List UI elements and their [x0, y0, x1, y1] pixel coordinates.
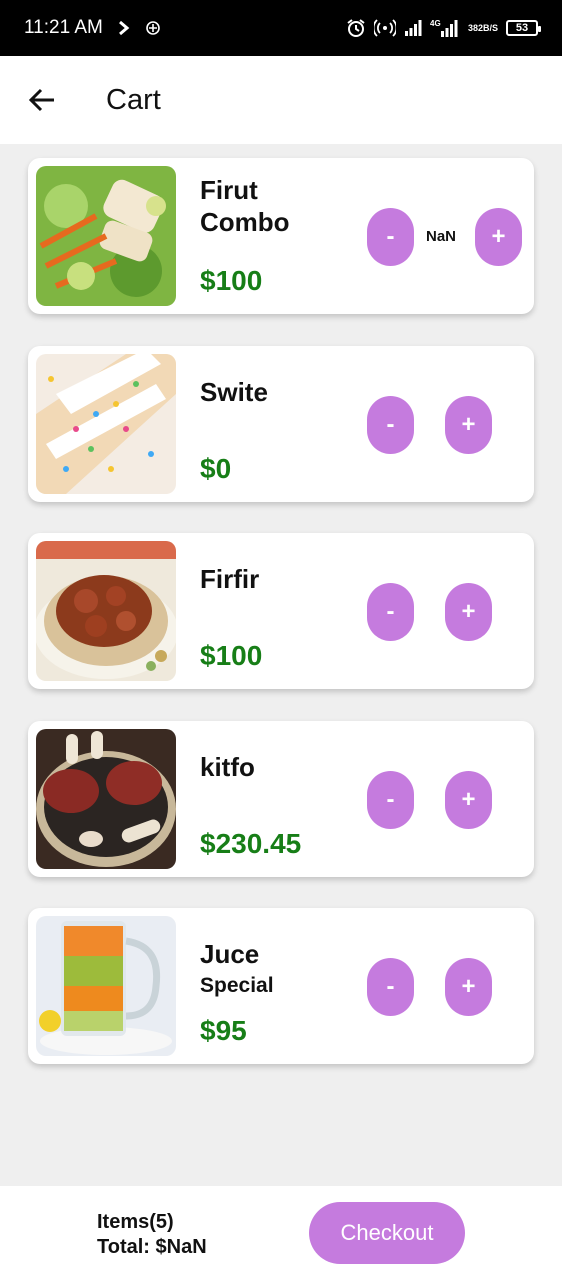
signal-icon — [404, 19, 422, 37]
item-price: $95 — [200, 1015, 247, 1046]
food-image-firfir — [36, 541, 176, 681]
svg-text:4G: 4G — [430, 19, 441, 28]
quantity-value: NaN — [426, 228, 457, 245]
cart-footer: Items(5) Total: $NaN Checkout — [0, 1186, 562, 1280]
app-bar: Cart — [0, 56, 562, 144]
status-bar: 11:21 AM 4G 382 B/S 53 — [0, 0, 562, 56]
item-name: Juce — [200, 939, 260, 969]
alarm-icon — [346, 18, 366, 38]
decrease-quantity-button[interactable]: - — [367, 770, 414, 829]
item-price: $100 — [200, 265, 263, 296]
item-name: kitfo — [200, 751, 255, 782]
item-subtitle: Special — [200, 974, 274, 997]
cart-item: Firut Combo $100 - NaN + — [28, 158, 534, 314]
page-title: Cart — [106, 83, 161, 116]
items-count: Items(5) — [97, 1211, 174, 1233]
cart-item: Swite $0 - + — [28, 345, 534, 502]
food-image-salad — [36, 166, 176, 306]
cart-item: Firfir $100 - + — [28, 533, 534, 689]
cart-item: kitfo $230.45 - + — [28, 720, 534, 877]
item-price: $230.45 — [200, 827, 302, 859]
4g-signal-icon: 4G — [430, 18, 460, 38]
status-time: 11:21 AM — [24, 17, 103, 38]
item-price: $100 — [200, 640, 263, 671]
increase-quantity-button[interactable]: + — [475, 208, 522, 266]
increase-quantity-button[interactable]: + — [445, 395, 492, 454]
location-target-icon — [145, 20, 161, 36]
decrease-quantity-button[interactable]: - — [367, 208, 414, 266]
increase-quantity-button[interactable]: + — [445, 770, 492, 829]
item-name: Firut Combo — [200, 175, 290, 237]
food-image-juice — [36, 916, 176, 1056]
decrease-quantity-button[interactable]: - — [367, 395, 414, 454]
cart-summary: Items(5) Total: $NaN — [97, 1210, 207, 1260]
decrease-quantity-button[interactable]: - — [367, 583, 414, 641]
item-name: Firfir — [200, 564, 260, 594]
chevron-right-icon — [117, 20, 131, 36]
checkout-button[interactable]: Checkout — [309, 1202, 465, 1264]
battery-level: 53 — [515, 22, 529, 34]
arrow-left-icon — [28, 88, 54, 112]
cart-total: Total: $NaN — [97, 1236, 207, 1258]
item-price: $0 — [200, 452, 232, 484]
decrease-quantity-button[interactable]: - — [367, 958, 414, 1016]
cart-list: Firut Combo $100 - NaN + Swite $0 - + Fi… — [28, 158, 534, 1096]
back-button[interactable] — [22, 80, 62, 120]
network-speed: 382 B/S — [467, 22, 498, 33]
increase-quantity-button[interactable]: + — [445, 958, 492, 1016]
food-image-cake — [36, 353, 176, 494]
battery-icon: 53 — [506, 20, 541, 36]
increase-quantity-button[interactable]: + — [445, 583, 492, 641]
hotspot-icon — [373, 19, 396, 37]
item-name: Swite — [200, 376, 268, 407]
cart-item: Juce Special $95 - + — [28, 908, 534, 1064]
food-image-kitfo — [36, 728, 176, 869]
